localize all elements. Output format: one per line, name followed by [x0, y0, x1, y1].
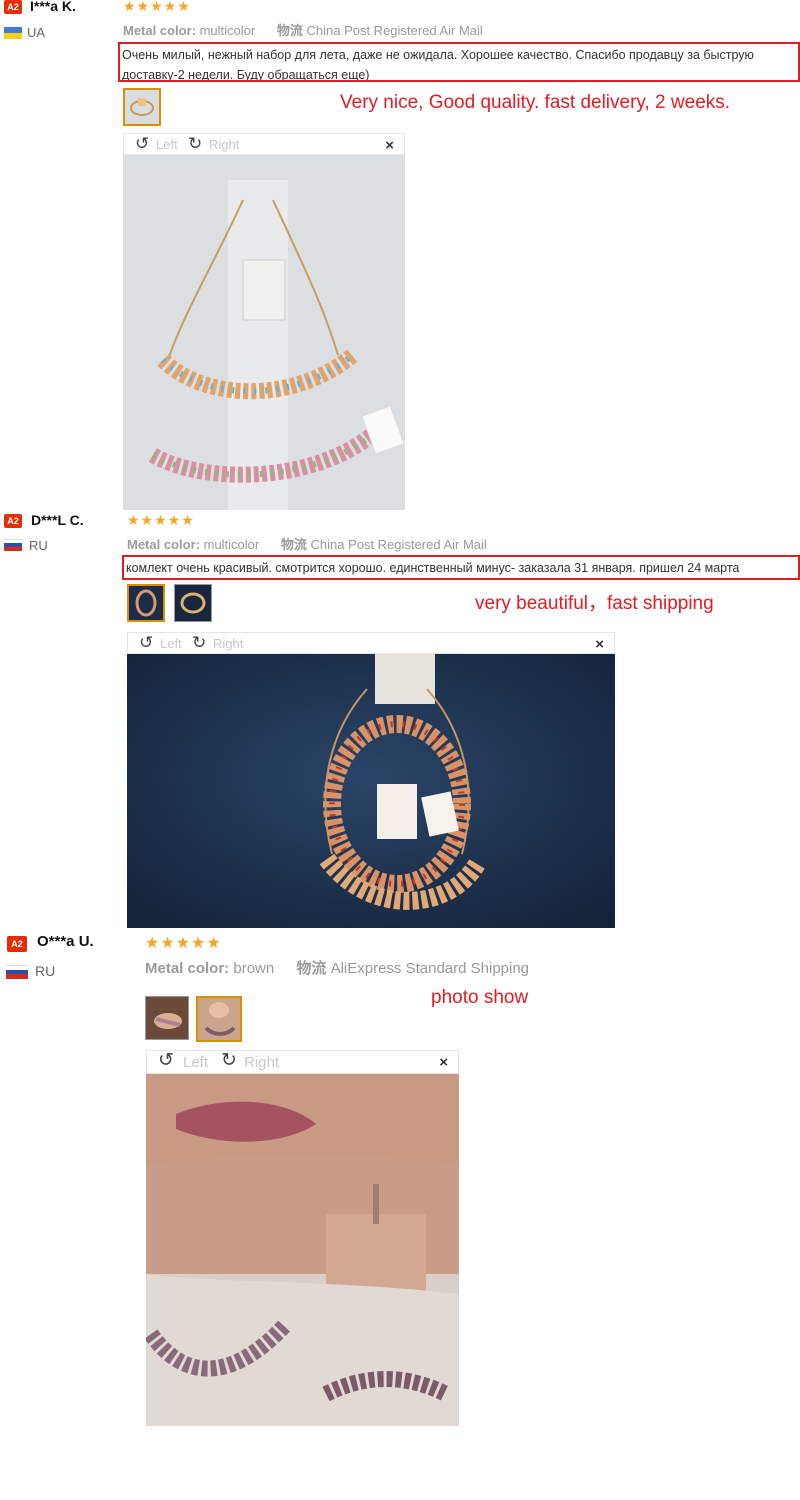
close-viewer-icon[interactable]: ×	[595, 636, 604, 653]
shipping-method: China Post Registered Air Mail	[306, 23, 483, 38]
russia-flag-icon	[6, 965, 28, 979]
rotate-left-label[interactable]: Left	[160, 636, 182, 651]
order-info: Metal color: brown 物流 AliExpress Standar…	[145, 957, 529, 978]
photo-viewer: ↺ Left ↻ Right ×	[123, 133, 405, 510]
viewer-toolbar: ↺ Left ↻ Right ×	[146, 1050, 459, 1074]
photo-thumbnail[interactable]	[127, 584, 165, 622]
photo-viewer: ↺ Left ↻ Right ×	[146, 1050, 459, 1426]
rotate-right-label[interactable]: Right	[213, 636, 243, 651]
translation-note: photo show	[431, 987, 529, 1008]
rotate-right-icon[interactable]: ↻	[221, 1051, 237, 1070]
rotate-left-icon[interactable]: ↺	[135, 135, 149, 153]
buyer-level-badge: A2	[4, 0, 22, 14]
review-photo	[146, 1074, 459, 1426]
photo-thumbnail[interactable]	[174, 584, 212, 622]
review-photo	[123, 155, 405, 510]
shipping-label: 物流	[276, 23, 303, 38]
shipping-method: China Post Registered Air Mail	[310, 537, 487, 552]
translation-note: Very nice, Good quality. fast delivery, …	[340, 92, 731, 113]
photo-viewer: ↺ Left ↻ Right ×	[127, 632, 615, 928]
reviewer-name: O***a U.	[37, 933, 94, 950]
reviewer-country: RU	[35, 963, 56, 979]
metal-color-label: Metal color:	[127, 537, 200, 552]
review-photo	[127, 654, 615, 928]
rotate-right-label[interactable]: Right	[209, 137, 239, 152]
rotate-left-icon[interactable]: ↺	[158, 1051, 174, 1070]
ukraine-flag-icon	[4, 27, 22, 39]
reviewer-country: UA	[27, 25, 46, 40]
metal-color-label: Metal color:	[145, 960, 230, 977]
metal-color-value: multicolor	[199, 23, 256, 38]
rotate-right-label[interactable]: Right	[244, 1054, 279, 1071]
reviewer-country: RU	[29, 538, 48, 553]
viewer-toolbar: ↺ Left ↻ Right ×	[127, 632, 615, 654]
shipping-label: 物流	[296, 960, 327, 977]
feedback-text: Очень милый, нежный набор для лета, даже…	[118, 42, 800, 82]
reviewer-name: D***L C.	[31, 512, 84, 528]
rotate-right-icon[interactable]: ↻	[188, 135, 202, 153]
close-viewer-icon[interactable]: ×	[385, 137, 394, 154]
close-viewer-icon[interactable]: ×	[439, 1054, 448, 1071]
shipping-method: AliExpress Standard Shipping	[330, 960, 530, 977]
order-info: Metal color: multicolor 物流 China Post Re…	[123, 20, 483, 39]
reviewer-name: I***a K.	[30, 0, 76, 14]
translation-note: very beautiful，fast shipping	[475, 593, 714, 614]
metal-color-label: Metal color:	[123, 23, 196, 38]
buyer-level-badge: A2	[4, 514, 22, 528]
rotate-left-label[interactable]: Left	[156, 137, 178, 152]
rating-stars: ★★★★★	[145, 935, 222, 952]
russia-flag-icon	[4, 539, 22, 551]
metal-color-value: brown	[233, 960, 275, 977]
rating-stars: ★★★★★	[127, 512, 195, 528]
photo-thumbnail[interactable]	[123, 88, 161, 126]
rotate-right-icon[interactable]: ↻	[192, 634, 206, 652]
rotate-left-icon[interactable]: ↺	[139, 634, 153, 652]
order-info: Metal color: multicolor 物流 China Post Re…	[127, 534, 487, 553]
shipping-label: 物流	[280, 537, 307, 552]
feedback-text: комлект очень красивый. смотрится хорошо…	[122, 555, 800, 580]
rotate-left-label[interactable]: Left	[183, 1054, 208, 1071]
viewer-toolbar: ↺ Left ↻ Right ×	[123, 133, 405, 155]
rating-stars: ★★★★★	[123, 0, 191, 14]
buyer-level-badge: A2	[7, 936, 27, 952]
photo-thumbnail[interactable]	[145, 996, 189, 1040]
photo-thumbnail[interactable]	[196, 996, 242, 1042]
metal-color-value: multicolor	[203, 537, 260, 552]
